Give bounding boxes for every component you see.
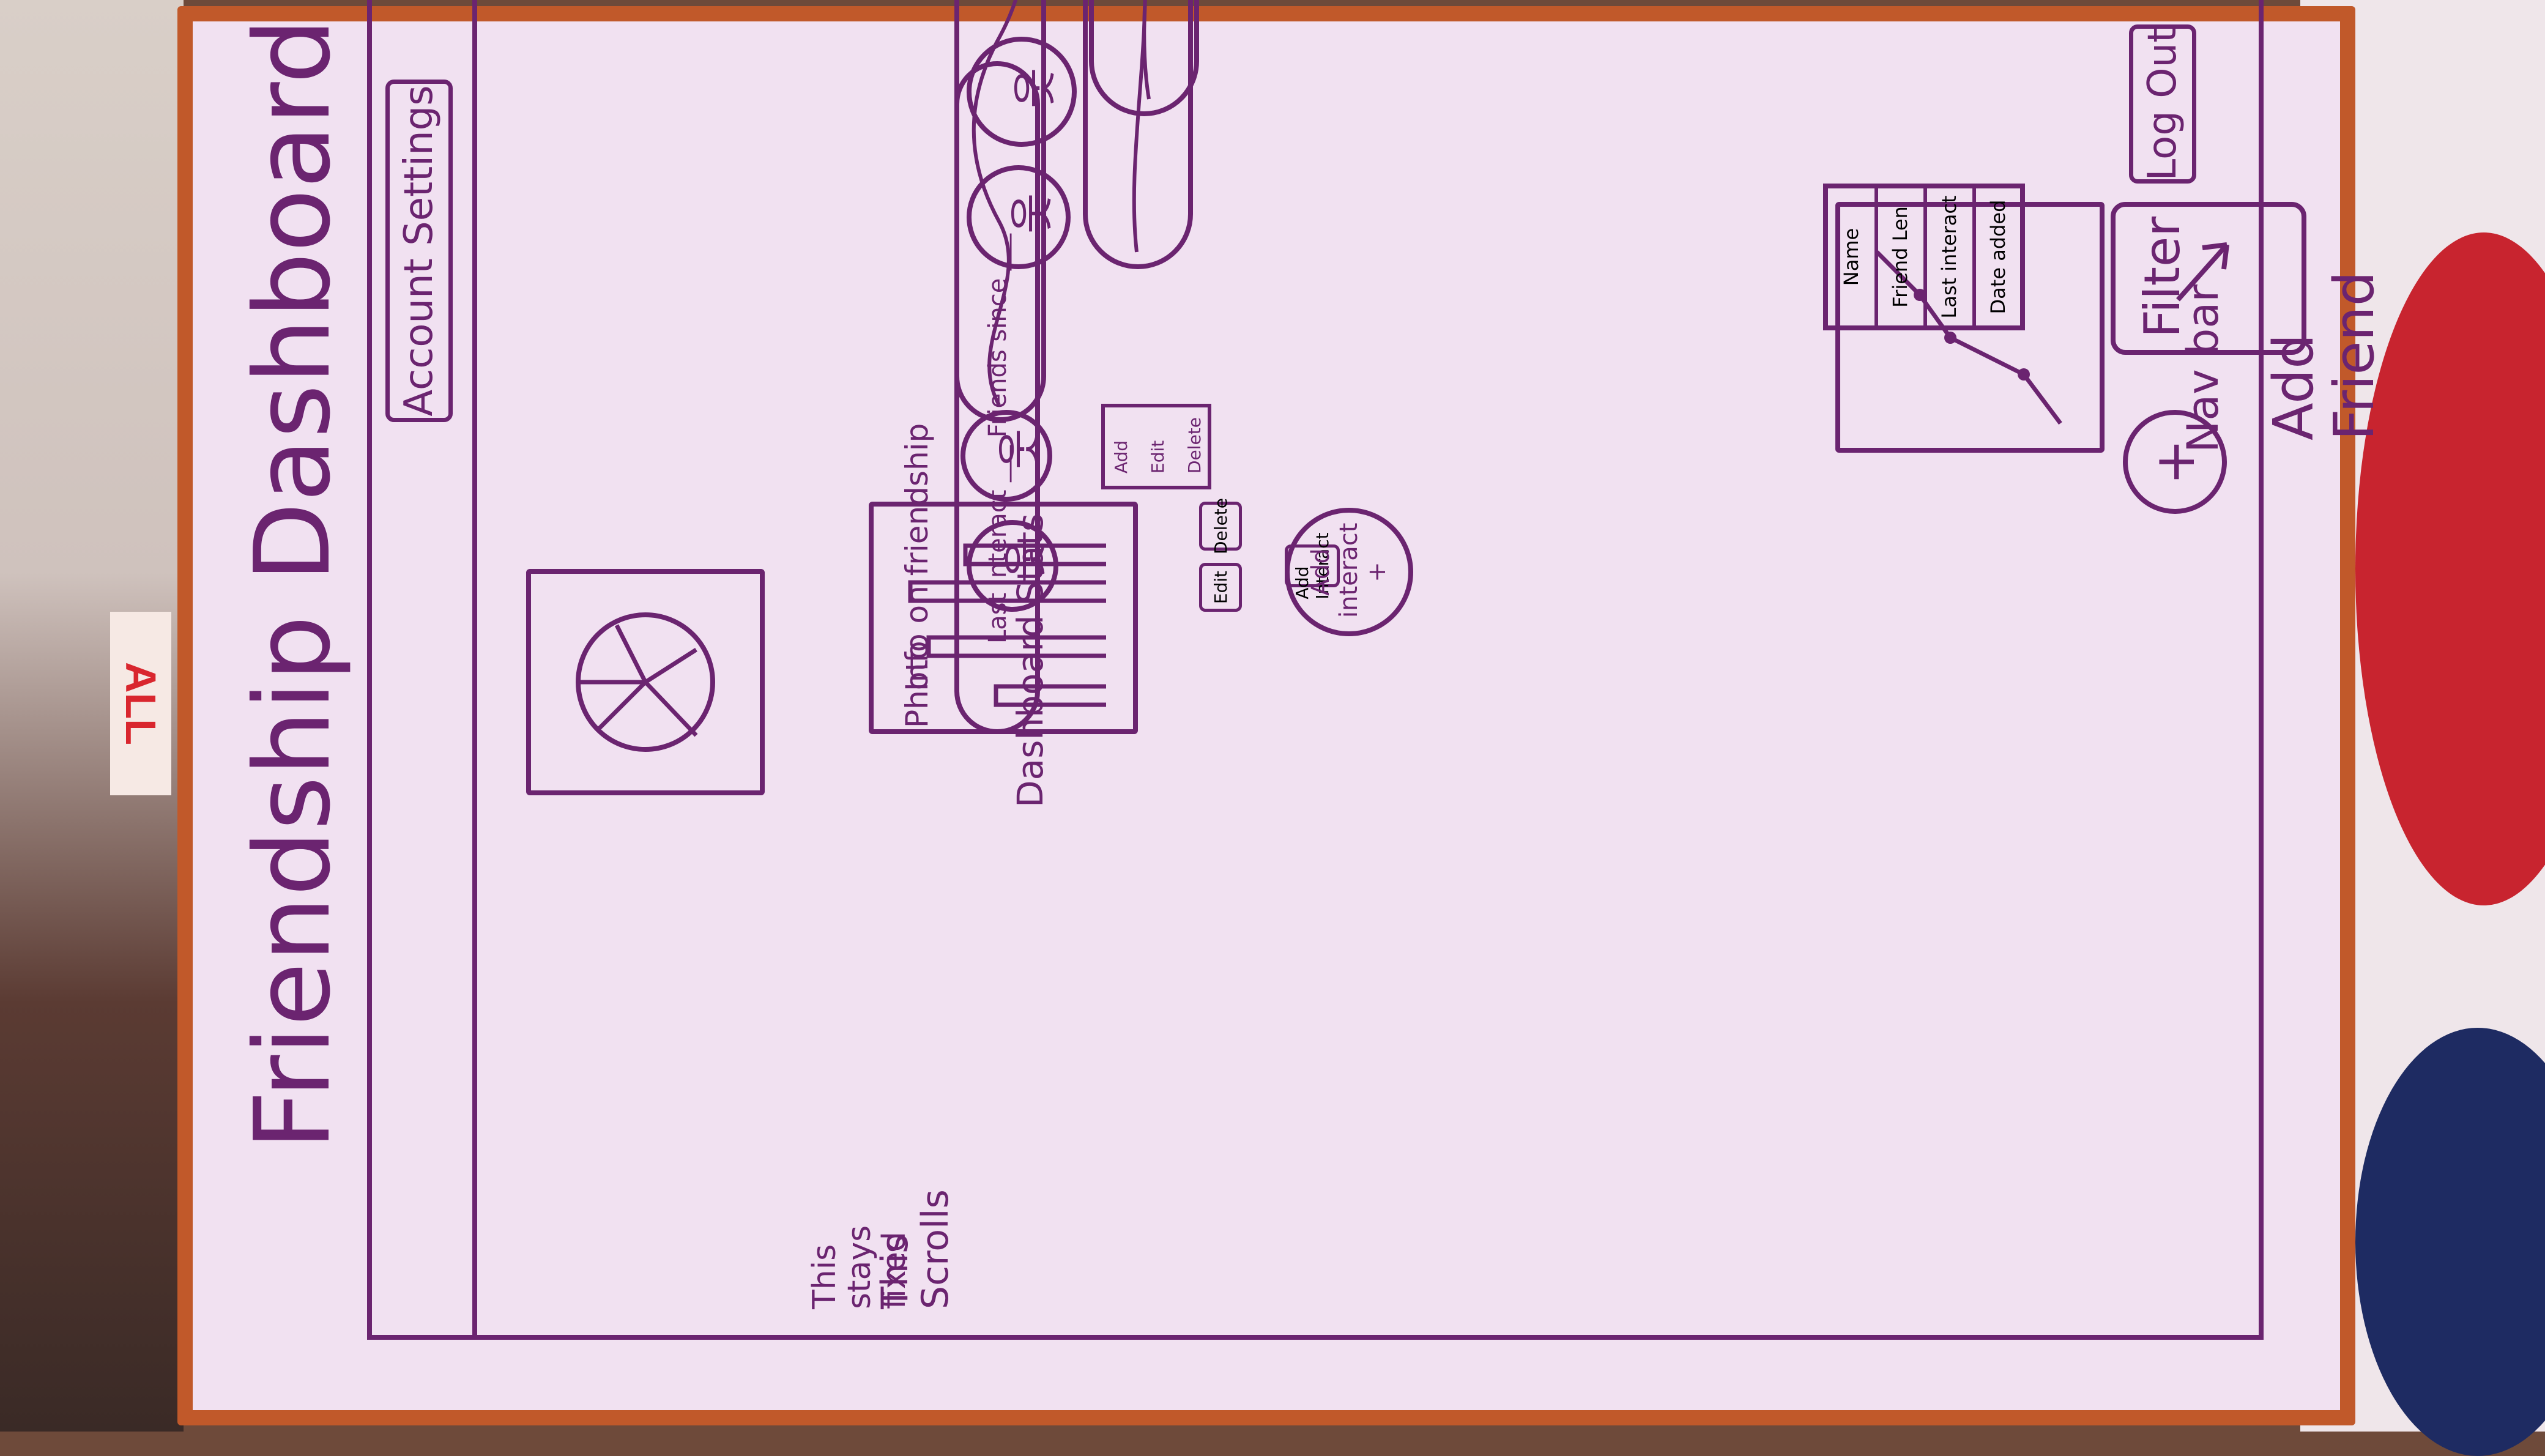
- avatar-menu-delete[interactable]: Delete: [1184, 417, 1205, 474]
- pie-chart: [576, 612, 715, 752]
- filter-options[interactable]: Name Friend Len Last interact Date added: [1823, 184, 2025, 330]
- filter-title: Filter: [2134, 216, 2191, 338]
- squiggle-placeholder: [1121, 0, 1156, 100]
- friend-avatar[interactable]: 웃: [967, 165, 1071, 269]
- edit-label: Edit: [1210, 570, 1231, 604]
- info-annotation: Info on friendship: [899, 423, 935, 691]
- filter-option-last-interact[interactable]: Last interact: [1926, 188, 1976, 325]
- account-settings-button[interactable]: Account Settings: [385, 80, 453, 422]
- avatar-menu[interactable]: Add Edit Delete: [1101, 404, 1211, 489]
- avatar-menu-edit[interactable]: Edit: [1148, 440, 1168, 474]
- delete-button[interactable]: Delete: [1199, 498, 1242, 554]
- account-settings-label: Account Settings: [396, 85, 442, 417]
- this-scrolls-annotation: This Scrolls: [874, 1189, 957, 1309]
- filter-option-friend-len[interactable]: Friend Len: [1877, 188, 1927, 325]
- filter-option-name[interactable]: Name: [1828, 188, 1878, 325]
- friend-avatar[interactable]: 웃: [960, 410, 1052, 502]
- pie-chart-card: [526, 569, 765, 795]
- filter-option-date-added[interactable]: Date added: [1975, 188, 2025, 325]
- add-friend-button[interactable]: +: [2123, 410, 2227, 514]
- filter-panel[interactable]: Filter: [2111, 202, 2306, 355]
- friend-info-bar[interactable]: [1089, 0, 1199, 116]
- add-friend-plus: +: [2142, 439, 2207, 485]
- log-out-label: Log Out: [2140, 27, 2185, 181]
- sketch-title: Friendship Dashboard #2: [232, 0, 354, 1150]
- edit-button[interactable]: Edit: [1199, 563, 1242, 612]
- avatar-menu-add[interactable]: Add: [1111, 440, 1131, 474]
- add-interaction-button[interactable]: Add interact +: [1285, 508, 1413, 636]
- whiteboard: Friendship Dashboard #2 Nav bar Account …: [0, 0, 2545, 1432]
- add-interaction-label: Add interact +: [1307, 522, 1391, 618]
- friend-avatar[interactable]: 웃: [967, 37, 1077, 147]
- delete-label: Delete: [1210, 498, 1231, 554]
- log-out-button[interactable]: Log Out: [2129, 24, 2196, 184]
